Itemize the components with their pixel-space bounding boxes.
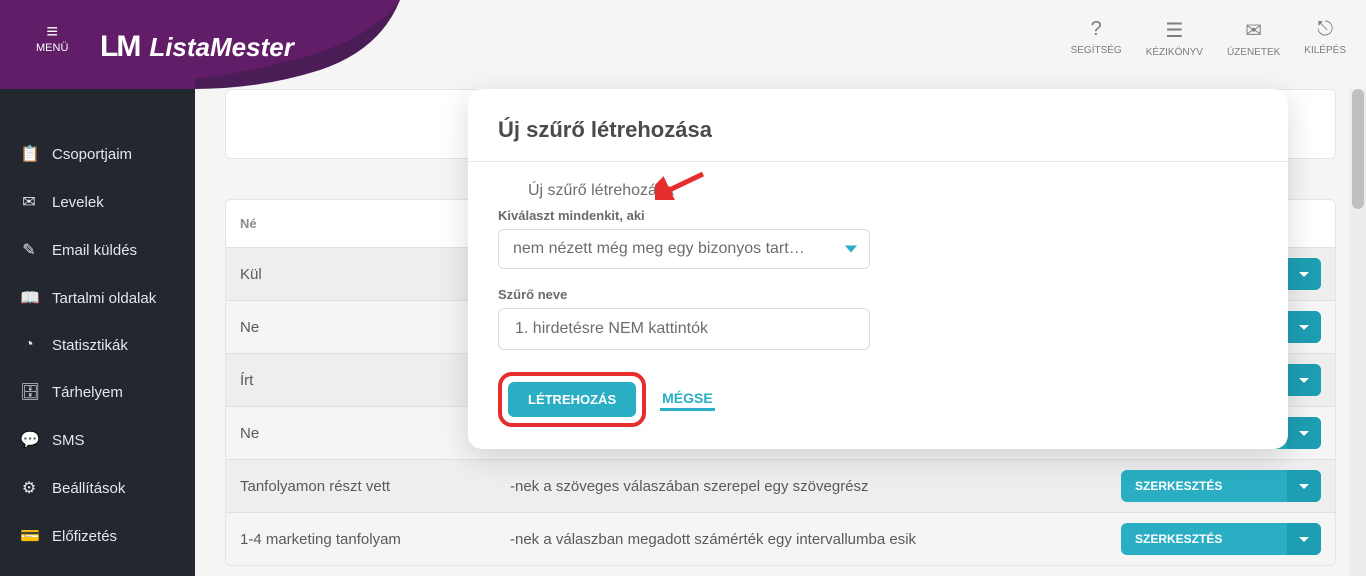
header-swoosh: ≡ MENÜ LM ListaMester: [0, 0, 195, 89]
sidebar-item-label: Tartalmi oldalak: [52, 290, 156, 307]
modal-subtitle: Új szűrő létrehozása: [498, 182, 1258, 200]
gear-icon: ⚙: [20, 478, 38, 498]
sidebar-item-4[interactable]: ◔ Statisztikák: [0, 322, 195, 368]
sidebar-item-1[interactable]: ✉ Levelek: [0, 178, 195, 226]
sidebar-item-label: Email küldés: [52, 242, 137, 259]
sidebar-item-6[interactable]: 💬 SMS: [0, 416, 195, 464]
create-button[interactable]: LÉTREHOZÁS: [508, 382, 636, 417]
edit-icon: ✎: [20, 240, 38, 260]
sidebar-item-7[interactable]: ⚙ Beállítások: [0, 464, 195, 512]
storage-icon: 🗄: [20, 382, 38, 402]
highlight-box: LÉTREHOZÁS: [498, 372, 646, 427]
modal-overlay: Új szűrő létrehozása Új szűrő létrehozás…: [195, 0, 1366, 576]
menu-button[interactable]: ≡ MENÜ: [36, 22, 68, 54]
menu-icon: ≡: [36, 22, 68, 42]
sidebar-item-label: Levelek: [52, 194, 104, 211]
sidebar-item-label: Csoportjaim: [52, 146, 132, 163]
menu-label: MENÜ: [36, 42, 68, 54]
annotation-arrow: [655, 170, 705, 200]
filter-name-input[interactable]: [513, 319, 855, 339]
side-nav: 📋 Csoportjaim ✉ Levelek ✎ Email küldés 📖 Tartal…: [0, 130, 195, 560]
card-icon: 💳: [20, 526, 38, 546]
sidebar-item-3[interactable]: 📖 Tartalmi oldalak: [0, 274, 195, 322]
modal-title: Új szűrő létrehozása: [468, 117, 1288, 143]
name-label: Szűrő neve: [498, 287, 1258, 302]
sidebar-item-label: Statisztikák: [52, 337, 128, 354]
divider: [468, 161, 1288, 162]
chevron-down-icon: [845, 246, 857, 253]
sidebar-item-label: Beállítások: [52, 480, 125, 497]
sms-icon: 💬: [20, 430, 38, 450]
sidebar-item-8[interactable]: 💳 Előfizetés: [0, 512, 195, 560]
sidebar-item-label: SMS: [52, 432, 85, 449]
mail-icon: ✉: [20, 192, 38, 212]
sidebar-item-2[interactable]: ✎ Email küldés: [0, 226, 195, 274]
filter-type-select[interactable]: nem nézett még meg egy bizonyos tart…: [498, 229, 870, 269]
sidebar-item-0[interactable]: 📋 Csoportjaim: [0, 130, 195, 178]
select-label: Kiválaszt mindenkit, aki: [498, 208, 1258, 223]
brand-logo: LM: [100, 30, 139, 64]
new-filter-modal: Új szűrő létrehozása Új szűrő létrehozás…: [468, 89, 1288, 449]
sidebar-item-5[interactable]: 🗄 Tárhelyem: [0, 368, 195, 416]
sidebar-item-label: Tárhelyem: [52, 384, 123, 401]
cancel-button[interactable]: MÉGSE: [660, 388, 715, 411]
clipboard-icon: 📋: [20, 144, 38, 164]
pages-icon: 📖: [20, 288, 38, 308]
modal-actions: LÉTREHOZÁS MÉGSE: [468, 368, 1288, 427]
sidebar: ≡ MENÜ LM ListaMester 📋 Csoportjaim ✉ Level…: [0, 0, 195, 576]
chart-icon: ◔: [20, 336, 38, 354]
filter-name-field-wrap: [498, 308, 870, 350]
select-value: nem nézett még meg egy bizonyos tart…: [513, 240, 805, 258]
sidebar-item-label: Előfizetés: [52, 528, 117, 545]
